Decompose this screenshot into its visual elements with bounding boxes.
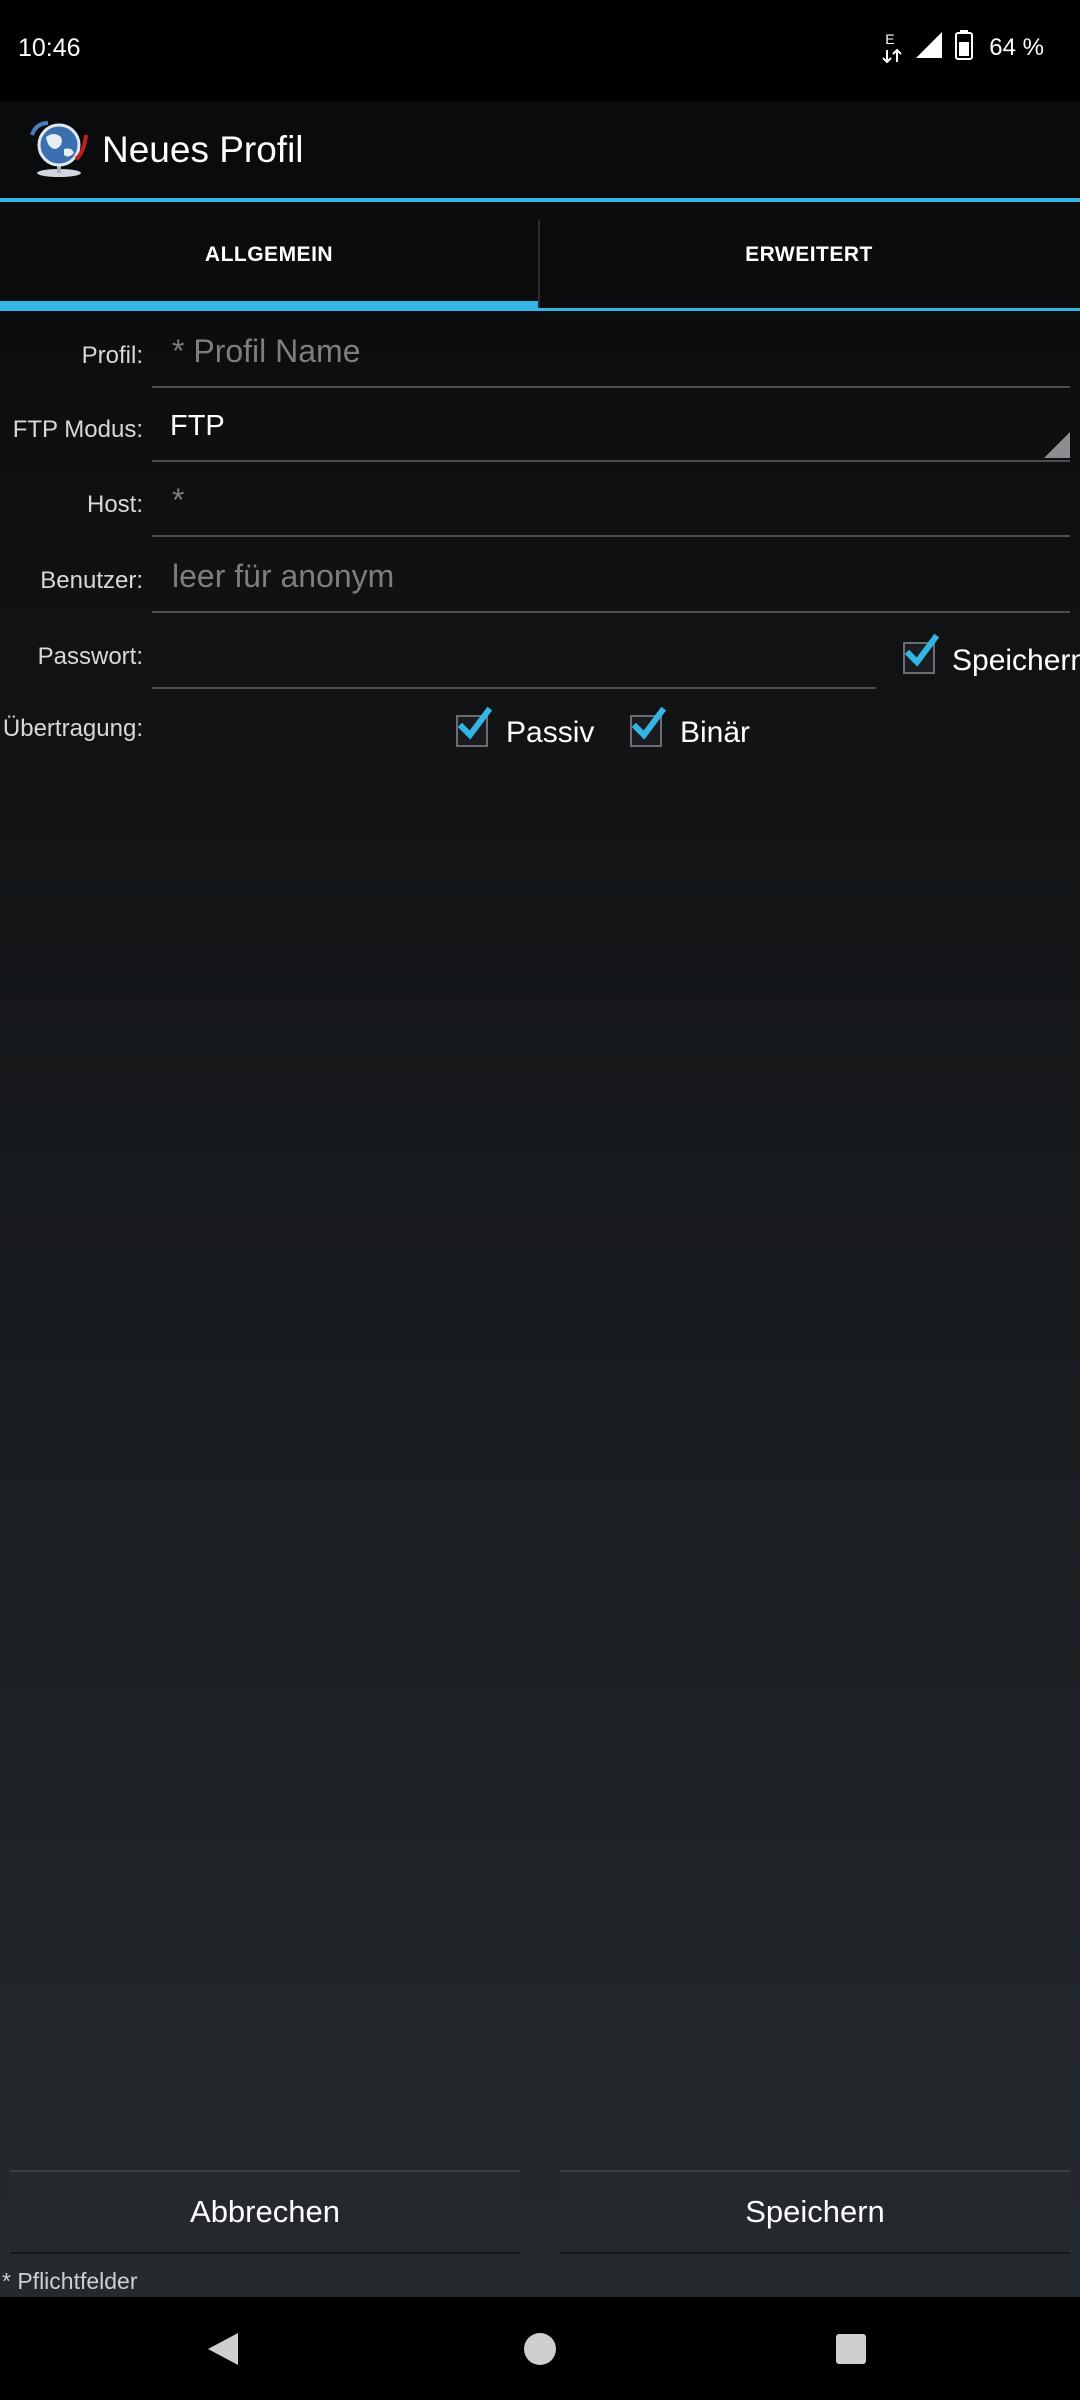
- page-title: Neues Profil: [102, 129, 304, 170]
- profile-label: Profil:: [81, 342, 143, 369]
- save-password-label: Speichern: [952, 644, 1080, 677]
- required-fields-note: * Pflichtfelder: [2, 2268, 138, 2294]
- checkmark-icon: [904, 633, 939, 667]
- password-input[interactable]: [170, 633, 826, 672]
- transfer-row: Übertragung: Passiv Binär: [0, 695, 1080, 765]
- battery-percent: 64 %: [989, 33, 1044, 61]
- ftp-mode-select[interactable]: FTP: [152, 396, 1070, 462]
- tab-erweitert[interactable]: ERWEITERT: [540, 202, 1078, 308]
- status-bar: 10:46 E 64 %: [0, 0, 1080, 101]
- dropdown-triangle-icon: [1044, 432, 1070, 458]
- cancel-button-label: Abbrechen: [190, 2194, 340, 2229]
- network-type-label: E: [885, 30, 895, 47]
- globe-ftp-logo-icon: [26, 119, 92, 179]
- back-icon[interactable]: [206, 2331, 240, 2372]
- battery-icon: [955, 30, 974, 65]
- password-field: [152, 623, 876, 689]
- password-label: Passwort:: [37, 643, 143, 670]
- user-input[interactable]: [170, 557, 1001, 596]
- passive-label: Passiv: [506, 716, 595, 749]
- tab-bar: ALLGEMEIN ERWEITERT: [0, 202, 1080, 311]
- host-row: Host:: [0, 471, 1080, 541]
- user-row: Benutzer:: [0, 547, 1080, 617]
- transfer-label: Übertragung:: [2, 715, 143, 742]
- navigation-bar: [0, 2297, 1080, 2400]
- checkmark-icon: [457, 706, 492, 740]
- form-content: Profil: FTP Modus: FTP Host: Benutzer: P…: [0, 311, 1080, 2297]
- binary-checkbox[interactable]: [630, 706, 666, 747]
- profile-name-input[interactable]: [170, 332, 1001, 371]
- user-label: Benutzer:: [40, 567, 143, 594]
- data-arrows-icon: E: [881, 31, 903, 65]
- profile-row: Profil:: [0, 322, 1080, 392]
- tab-erweitert-label: ERWEITERT: [745, 243, 873, 266]
- host-label: Host:: [86, 491, 143, 518]
- status-time: 10:46: [18, 34, 81, 62]
- profile-field: [152, 322, 1070, 388]
- tab-allgemein-label: ALLGEMEIN: [204, 243, 334, 266]
- ftp-mode-label: FTP Modus:: [12, 416, 143, 443]
- tab-allgemein[interactable]: ALLGEMEIN: [0, 202, 538, 311]
- save-button-label: Speichern: [745, 2194, 885, 2229]
- cancel-button[interactable]: Abbrechen: [10, 2170, 520, 2254]
- checkmark-icon: [631, 706, 666, 740]
- recent-apps-icon[interactable]: [836, 2334, 866, 2364]
- host-field: [152, 471, 1070, 537]
- ftp-mode-row: FTP Modus: FTP: [0, 396, 1080, 466]
- user-field: [152, 547, 1070, 613]
- ftp-mode-value: FTP: [170, 410, 225, 442]
- save-button[interactable]: Speichern: [560, 2170, 1070, 2254]
- save-password-checkbox[interactable]: [903, 633, 939, 674]
- passive-checkbox[interactable]: [456, 706, 492, 747]
- signal-icon: [915, 31, 943, 64]
- app-bar: Neues Profil: [0, 101, 1080, 202]
- status-icons: E 64 %: [881, 30, 1044, 65]
- host-input[interactable]: [170, 481, 1001, 520]
- home-icon[interactable]: [524, 2333, 556, 2365]
- binary-label: Binär: [680, 716, 751, 749]
- password-row: Passwort: Speichern: [0, 623, 1080, 693]
